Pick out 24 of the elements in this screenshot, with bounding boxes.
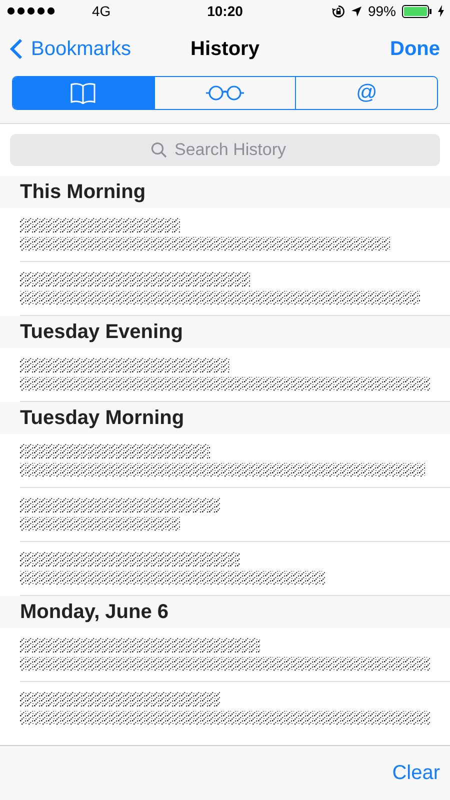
glasses-icon bbox=[205, 85, 245, 101]
status-time: 10:20 bbox=[206, 3, 244, 19]
back-label: Bookmarks bbox=[31, 38, 132, 60]
segment-tab[interactable] bbox=[13, 77, 154, 109]
signal-icon bbox=[7, 7, 57, 15]
battery-percent: 99% bbox=[368, 3, 396, 19]
section-header: Tuesday Morning bbox=[0, 402, 450, 434]
done-button[interactable]: Done bbox=[390, 38, 440, 60]
chevron-left-icon bbox=[10, 38, 23, 60]
back-button[interactable]: Bookmarks bbox=[10, 38, 132, 60]
location-arrow-icon bbox=[350, 6, 362, 16]
book-icon bbox=[70, 82, 96, 104]
section-header: This Morning bbox=[0, 176, 450, 208]
charging-bolt-icon bbox=[438, 5, 444, 17]
search-icon bbox=[150, 142, 166, 158]
search-input[interactable]: Search History bbox=[174, 140, 300, 160]
clear-button[interactable]: Clear bbox=[392, 762, 440, 784]
rotation-lock-icon bbox=[332, 4, 345, 18]
nav-title: History bbox=[190, 38, 260, 60]
carrier-label: 4G bbox=[92, 3, 111, 19]
battery-icon bbox=[402, 4, 432, 18]
search-field[interactable]: Search History bbox=[10, 134, 440, 166]
section-header: Tuesday Evening bbox=[0, 316, 450, 348]
section-header: Monday, June 6 bbox=[0, 596, 450, 628]
